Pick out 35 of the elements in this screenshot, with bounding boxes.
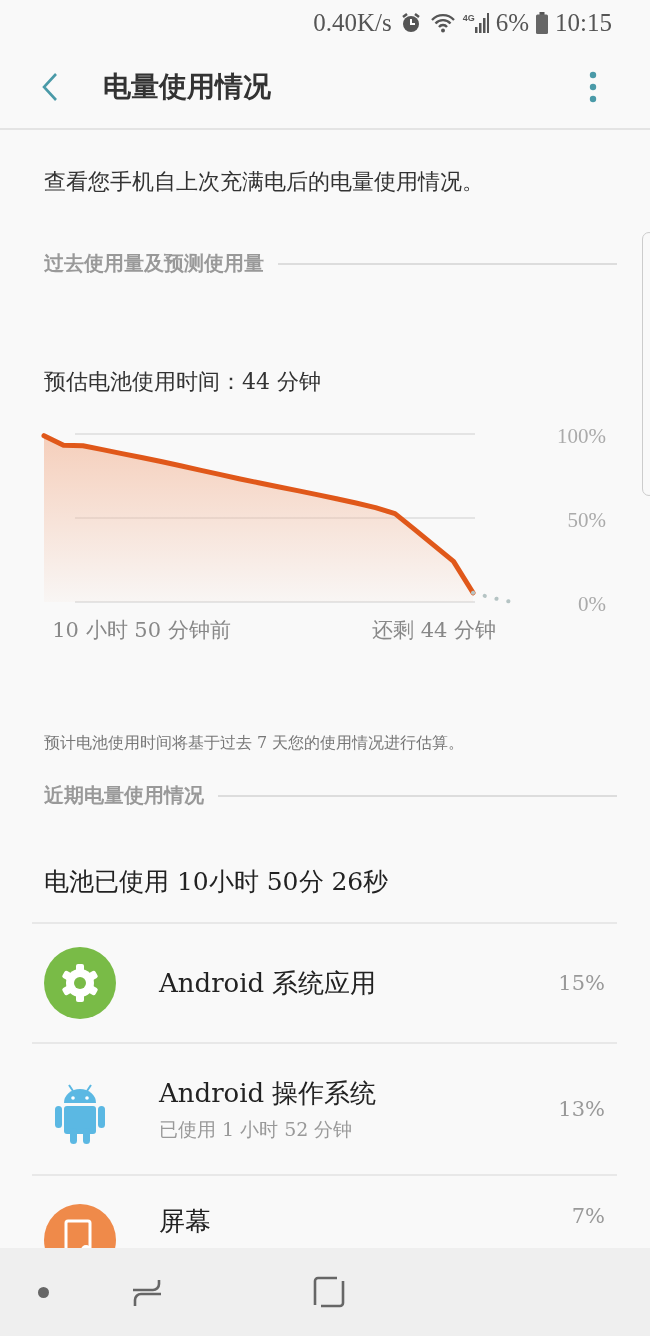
usage-time: 已使用 1 小时 52 分钟 — [159, 1116, 354, 1142]
more-options-button[interactable] — [588, 71, 598, 103]
estimate-text: 预估电池使用时间：44 分钟 — [44, 368, 322, 396]
battery-icon — [536, 12, 549, 34]
usage-percent: 15% — [558, 971, 605, 995]
axis-label: 10 小时 50 分钟前 — [52, 617, 231, 644]
back-icon — [42, 72, 58, 102]
battery-percent: 6% — [495, 9, 530, 37]
navigation-dot — [38, 1286, 49, 1298]
back-button[interactable] — [42, 72, 58, 102]
axis-label: 还剩 44 分钟 — [371, 617, 497, 644]
signal-icon — [474, 13, 489, 33]
usage-percent: 13% — [558, 1097, 605, 1121]
network-speed: 0.40K/s — [313, 9, 392, 37]
axis-label: 50% — [567, 508, 606, 532]
network-type: 4G — [462, 13, 475, 23]
more-icon — [588, 71, 598, 103]
screen-title: 电量使用情况 — [103, 69, 272, 105]
axis-label: 100% — [557, 424, 606, 448]
app-name: Android 系统应用 — [159, 966, 378, 1000]
home-button[interactable] — [313, 1276, 345, 1308]
footnote-text: 预计电池使用时间将基于过去 7 天您的使用情况进行估算。 — [44, 733, 466, 754]
usage-total: 电池已使用 10小时 50分 26秒 — [32, 865, 617, 924]
wifi-icon — [429, 12, 456, 34]
app-list-item[interactable]: Android 系统应用 15% — [32, 924, 617, 1044]
usage-percent: 7% — [571, 1204, 605, 1228]
app-name: Android 操作系统 — [159, 1076, 378, 1110]
description-text: 查看您手机自上次充满电后的电量使用情况。 — [44, 168, 485, 196]
section-header: 过去使用量及预测使用量 — [44, 250, 264, 277]
app-list-item[interactable]: Android 操作系统 已使用 1 小时 52 分钟 13% — [32, 1044, 617, 1176]
app-name: 屏幕 — [159, 1205, 212, 1238]
gear-icon — [44, 947, 116, 1019]
clock: 10:15 — [555, 9, 612, 37]
section-header: 近期电量使用情况 — [44, 782, 204, 809]
axis-label: 0% — [578, 592, 606, 616]
